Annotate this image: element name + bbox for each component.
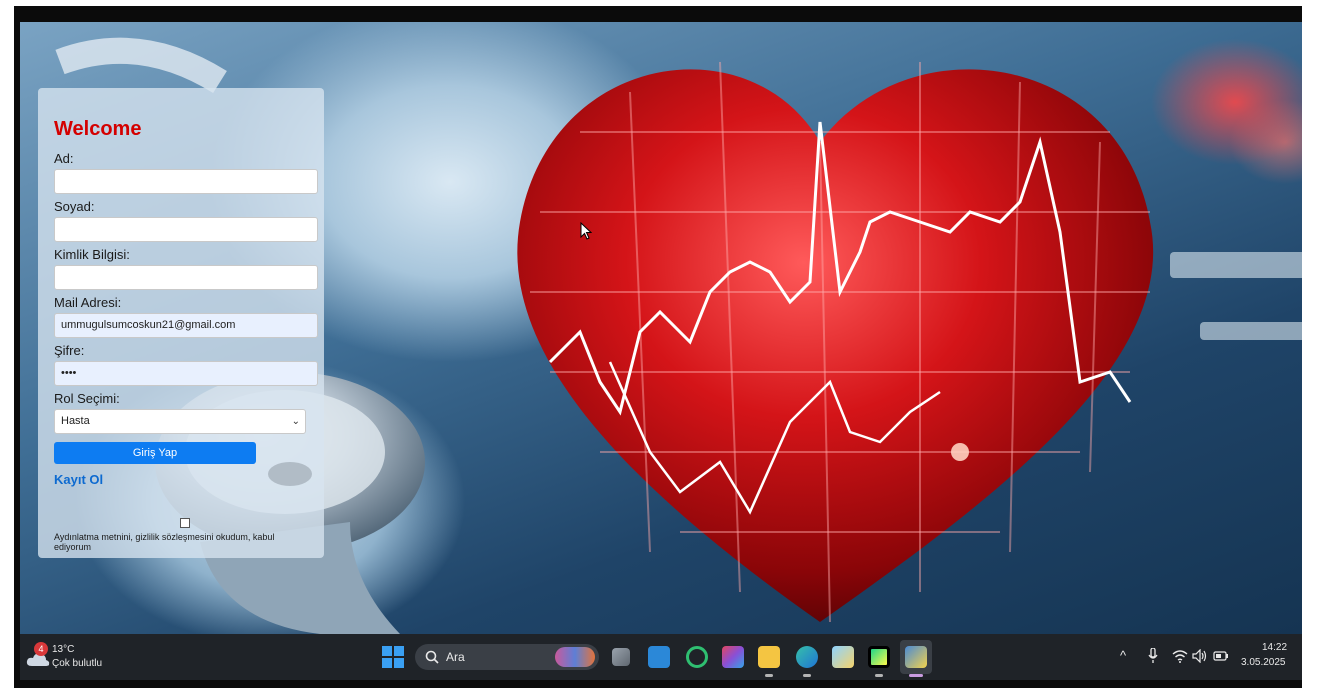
weather-temp: 13°C	[52, 644, 75, 655]
search-highlight-image	[555, 647, 595, 667]
chevron-up-icon[interactable]: ^	[1120, 648, 1126, 663]
store-icon[interactable]	[648, 646, 670, 668]
first-name-label: Ad:	[54, 151, 74, 166]
volume-icon[interactable]	[1192, 649, 1208, 663]
clock-time[interactable]: 14:22	[1262, 642, 1287, 653]
last-name-field[interactable]	[54, 217, 318, 242]
email-label: Mail Adresi:	[54, 295, 122, 310]
office-icon[interactable]	[722, 646, 744, 668]
taskbar-search-box[interactable]: Ara	[415, 644, 599, 670]
active-indicator	[909, 674, 923, 677]
weather-desc: Çok bulutlu	[52, 658, 103, 669]
terms-text: Aydınlatma metnini, gizlilik sözleşmesin…	[54, 532, 275, 552]
monitor-screen: Welcome Ad: Soyad: Kimlik Bilgisi: Mail …	[14, 6, 1302, 688]
email-field[interactable]: ummugulsumcoskun21@gmail.com	[54, 313, 318, 338]
password-label: Şifre:	[54, 343, 85, 358]
login-card: Welcome Ad: Soyad: Kimlik Bilgisi: Mail …	[38, 88, 324, 558]
last-name-label: Soyad:	[54, 199, 95, 214]
weather-badge: 4	[34, 642, 48, 656]
browser-page: Welcome Ad: Soyad: Kimlik Bilgisi: Mail …	[20, 22, 1302, 634]
welcome-title: Welcome	[54, 118, 142, 140]
file-explorer-icon[interactable]	[758, 646, 780, 668]
role-select[interactable]: Hasta ⌄	[54, 409, 306, 434]
windows-start-icon[interactable]	[382, 646, 404, 668]
role-select-value: Hasta	[61, 415, 90, 427]
microphone-icon[interactable]	[1148, 648, 1158, 664]
id-field[interactable]	[54, 265, 318, 290]
notepad-icon[interactable]	[832, 646, 854, 668]
search-placeholder: Ara	[446, 650, 465, 664]
battery-icon[interactable]	[1213, 649, 1229, 663]
mouse-cursor-icon	[580, 222, 592, 240]
edge-browser-icon[interactable]	[796, 646, 818, 668]
pycharm-icon[interactable]	[868, 646, 890, 668]
background-stripe	[1200, 322, 1302, 340]
role-label: Rol Seçimi:	[54, 391, 120, 406]
chevron-down-icon: ⌄	[291, 416, 300, 427]
password-field[interactable]: ••••	[54, 361, 318, 386]
login-button[interactable]: Giriş Yap	[54, 442, 256, 464]
weather-widget[interactable]: 4 13°C Çok bulutlu	[26, 640, 126, 674]
clock-date[interactable]: 3.05.2025	[1241, 657, 1286, 668]
copilot-icon[interactable]	[686, 646, 708, 668]
wifi-icon[interactable]	[1172, 649, 1188, 663]
running-indicator	[803, 674, 811, 677]
register-link[interactable]: Kayıt Ol	[54, 472, 308, 487]
taskbar: 4 13°C Çok bulutlu Ara ^ 14:22 3.05.2025	[20, 634, 1302, 680]
search-icon	[425, 650, 439, 664]
heart-image	[517, 61, 1154, 623]
id-label: Kimlik Bilgisi:	[54, 247, 130, 262]
terms-checkbox[interactable]	[180, 518, 190, 528]
running-indicator	[875, 674, 883, 677]
first-name-field[interactable]	[54, 169, 318, 194]
python-app-icon[interactable]	[905, 646, 927, 668]
task-view-icon[interactable]	[612, 648, 630, 666]
screenshot-frame: Welcome Ad: Soyad: Kimlik Bilgisi: Mail …	[0, 0, 1336, 698]
running-indicator	[765, 674, 773, 677]
